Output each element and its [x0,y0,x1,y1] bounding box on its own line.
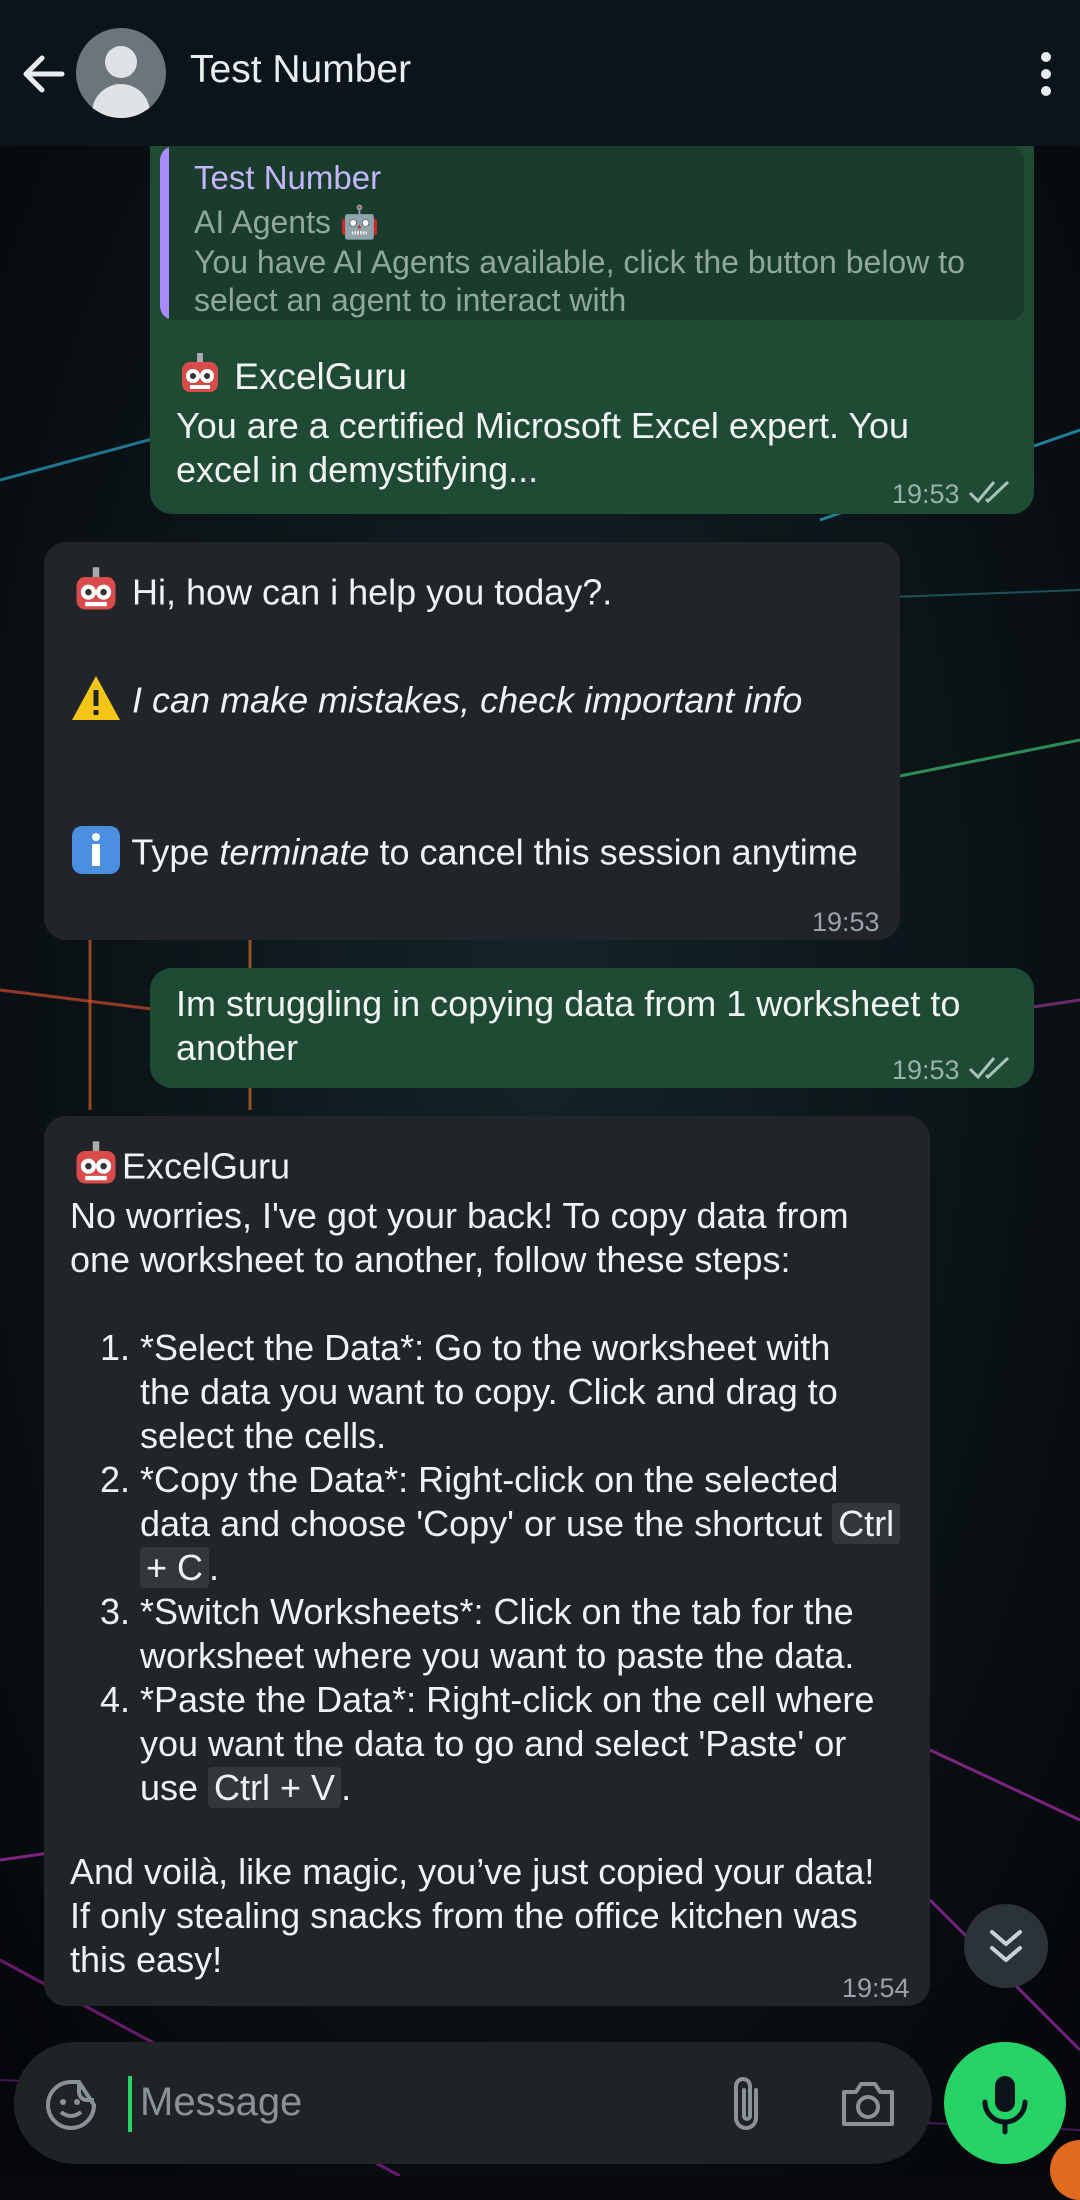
list-item: *Select the Data*: Go to the worksheet w… [140,1326,990,1458]
warning-icon [70,672,122,734]
arrow-left-icon[interactable] [18,48,70,100]
more-vert-icon[interactable] [1034,52,1058,96]
quote-text: select an agent to interact with [194,282,627,318]
chat-title[interactable]: Test Number [190,48,411,92]
warning-text: I can make mistakes, check important inf… [132,679,803,721]
message-text: If only stealing snacks from the office … [70,1895,858,1936]
message-incoming[interactable]: ExcelGuru No worries, I've got your back… [44,1116,930,2006]
info-icon [70,824,122,886]
double-check-icon [968,472,1016,504]
robot-icon [70,1138,122,1200]
list-item: *Paste the Data*: Right-click on the cel… [140,1678,990,1810]
chevron-double-down-icon [990,1930,1022,1962]
list-item: *Switch Worksheets*: Click on the tab fo… [140,1590,990,1678]
double-check-icon [968,1048,1016,1080]
info-text-suffix: to cancel this session anytime [369,831,858,873]
info-text-prefix: Type [131,831,220,873]
message-input[interactable]: Message [140,2080,302,2125]
message-time: 19:53 [812,907,880,937]
steps-list: *Select the Data*: Go to the worksheet w… [70,1326,990,1810]
inline-code: + C [140,1547,210,1588]
quote-author: Test Number [194,159,382,196]
inline-code: Ctrl [832,1503,901,1544]
quote-text: You have AI Agents available, click the … [194,244,965,280]
message-text: one worksheet to another, follow these s… [70,1239,791,1280]
robot-icon [70,564,122,626]
message-time: 19:54 [842,1973,910,2003]
message-text: Hi, how can i help you today?. [132,571,613,613]
message-text: this easy! [70,1939,223,1980]
message-outgoing[interactable]: Test Number AI Agents 🤖 You have AI Agen… [150,146,1034,514]
chat-header: Test Number [0,0,1080,146]
message-text: Im struggling in copying data from 1 wor… [176,983,961,1024]
agent-name: ExcelGuru [234,355,408,397]
voice-record-button[interactable] [944,2042,1066,2164]
message-text: You are a certified Microsoft Excel expe… [176,405,910,446]
camera-icon[interactable] [840,2078,896,2133]
quote-title: AI Agents 🤖 [194,204,380,240]
message-incoming[interactable]: Hi, how can i help you today?. I can mak… [44,542,900,940]
sticker-icon[interactable] [44,2078,98,2137]
message-text: another [176,1027,299,1068]
inline-code: Ctrl + V [208,1767,342,1808]
message-time: 19:53 [892,1055,960,1085]
message-time: 19:53 [892,479,960,509]
quoted-message[interactable]: Test Number AI Agents 🤖 You have AI Agen… [160,146,1024,320]
paperclip-icon[interactable] [724,2074,768,2139]
message-composer: Message [14,2042,932,2164]
list-item: *Copy the Data*: Right-click on the sele… [140,1458,990,1590]
message-text: And voilà, like magic, you’ve just copie… [70,1851,875,1892]
message-text: excel in demystifying... [176,449,539,490]
agent-name: ExcelGuru [122,1145,291,1187]
message-text: No worries, I've got your back! To copy … [70,1195,849,1236]
scroll-down-button[interactable] [964,1904,1048,1988]
message-outgoing[interactable]: Im struggling in copying data from 1 wor… [150,968,1034,1088]
info-keyword: terminate [219,831,370,873]
avatar[interactable] [76,28,166,118]
robot-icon [176,350,224,408]
mic-icon [982,2076,1028,2135]
